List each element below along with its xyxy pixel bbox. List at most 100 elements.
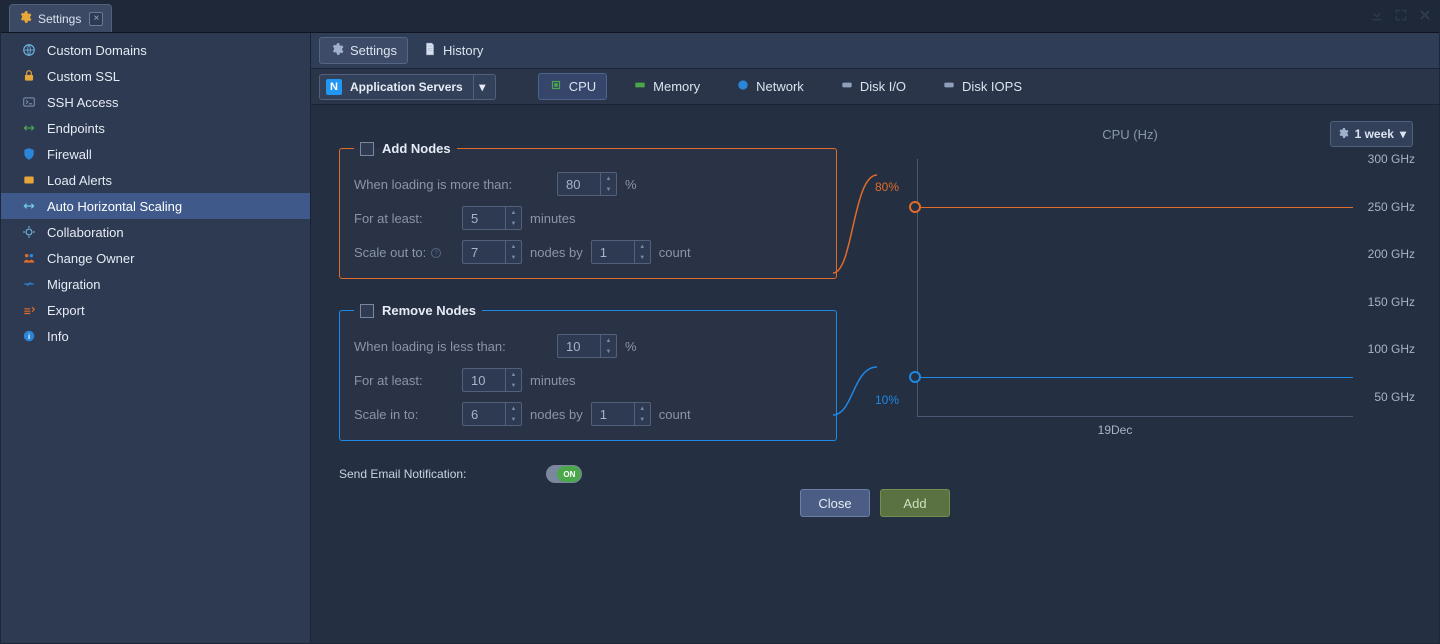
metric-label: Disk IOPS xyxy=(962,79,1022,94)
spinner-arrows[interactable]: ▲▼ xyxy=(634,403,650,425)
sidebar-label: Load Alerts xyxy=(47,173,112,188)
add-duration-spinner[interactable]: 5 ▲▼ xyxy=(462,206,522,230)
users-icon xyxy=(21,250,37,266)
notification-toggle[interactable]: ON xyxy=(546,465,582,483)
lock-icon xyxy=(21,68,37,84)
server-dropdown-label: Application Servers xyxy=(350,80,463,94)
metric-tab-memory[interactable]: Memory xyxy=(623,74,710,99)
scale-out-label: Scale out to: ? xyxy=(354,245,454,260)
sidebar-label: Custom SSL xyxy=(47,69,120,84)
add-nodes-checkbox[interactable] xyxy=(360,142,374,156)
ytick: 50 GHz xyxy=(1374,390,1415,404)
minutes-label: minutes xyxy=(530,211,576,226)
percent-label: % xyxy=(625,339,637,354)
metric-tab-cpu[interactable]: CPU xyxy=(538,73,607,100)
sidebar-item-custom-domains[interactable]: Custom Domains xyxy=(1,37,310,63)
spinner-value: 6 xyxy=(471,407,478,422)
notification-row: Send Email Notification: ON xyxy=(339,465,837,483)
metric-tab-diskio[interactable]: Disk I/O xyxy=(830,74,916,99)
server-dropdown[interactable]: N Application Servers ▾ xyxy=(319,74,496,100)
metric-label: Network xyxy=(756,79,804,94)
scale-out-step-spinner[interactable]: 1 ▲▼ xyxy=(591,240,651,264)
settings-window: Settings × Custom Domains Custom SSL SSH… xyxy=(0,0,1440,644)
scale-in-step-spinner[interactable]: 1 ▲▼ xyxy=(591,402,651,426)
spinner-value: 1 xyxy=(600,245,607,260)
sidebar-item-migration[interactable]: Migration xyxy=(1,271,310,297)
spinner-value: 80 xyxy=(566,177,580,192)
sidebar-item-info[interactable]: i Info xyxy=(1,323,310,349)
spinner-arrows[interactable]: ▲▼ xyxy=(505,403,521,425)
remove-load-label: When loading is less than: xyxy=(354,339,549,354)
metric-toolbar: N Application Servers ▾ CPU Memory Netwo… xyxy=(311,69,1439,105)
threshold-handle-high[interactable] xyxy=(909,201,921,213)
content-area: Add Nodes When loading is more than: 80 … xyxy=(311,105,1439,643)
sidebar-item-export[interactable]: Export xyxy=(1,297,310,323)
shield-icon xyxy=(21,146,37,162)
spinner-arrows[interactable]: ▲▼ xyxy=(634,241,650,263)
close-button[interactable]: Close xyxy=(800,489,870,517)
maximize-icon[interactable] xyxy=(1393,7,1409,26)
info-icon: i xyxy=(21,328,37,344)
export-icon xyxy=(21,302,37,318)
add-duration-label: For at least: xyxy=(354,211,454,226)
xtick: 19Dec xyxy=(1098,423,1133,437)
metric-label: Memory xyxy=(653,79,700,94)
sidebar-item-custom-ssl[interactable]: Custom SSL xyxy=(1,63,310,89)
threshold-handle-low[interactable] xyxy=(909,371,921,383)
scale-out-spinner[interactable]: 7 ▲▼ xyxy=(462,240,522,264)
ytick: 250 GHz xyxy=(1368,200,1415,214)
gear-icon xyxy=(1337,127,1349,142)
metric-tab-network[interactable]: Network xyxy=(726,74,814,99)
top-toolbar: Settings History xyxy=(311,33,1439,69)
time-range-dropdown[interactable]: 1 week ▾ xyxy=(1330,121,1413,147)
download-icon[interactable] xyxy=(1369,7,1385,26)
scale-in-spinner[interactable]: 6 ▲▼ xyxy=(462,402,522,426)
sidebar-item-endpoints[interactable]: Endpoints xyxy=(1,115,310,141)
help-icon[interactable]: ? xyxy=(430,247,442,259)
remove-duration-spinner[interactable]: 10 ▲▼ xyxy=(462,368,522,392)
titlebar: Settings × xyxy=(1,1,1439,33)
sidebar-item-load-alerts[interactable]: Load Alerts xyxy=(1,167,310,193)
spinner-arrows[interactable]: ▲▼ xyxy=(600,335,616,357)
nodes-by-label: nodes by xyxy=(530,407,583,422)
tab-close-icon[interactable]: × xyxy=(89,12,103,26)
spinner-value: 5 xyxy=(471,211,478,226)
sidebar-item-auto-horizontal-scaling[interactable]: Auto Horizontal Scaling xyxy=(1,193,310,219)
add-button[interactable]: Add xyxy=(880,489,950,517)
network-icon xyxy=(736,78,750,95)
add-load-spinner[interactable]: 80 ▲▼ xyxy=(557,172,617,196)
svg-text:?: ? xyxy=(434,251,438,257)
spinner-arrows[interactable]: ▲▼ xyxy=(505,241,521,263)
collab-icon xyxy=(21,224,37,240)
tab-label: Settings xyxy=(350,43,397,58)
scaling-form: Add Nodes When loading is more than: 80 … xyxy=(327,121,837,627)
add-nodes-legend: Add Nodes xyxy=(354,141,457,156)
chevron-down-icon: ▾ xyxy=(1400,127,1406,141)
titlebar-tab-settings[interactable]: Settings × xyxy=(9,4,112,32)
threshold-label-high: 80% xyxy=(875,180,899,194)
tab-settings[interactable]: Settings xyxy=(319,37,408,64)
ytick: 150 GHz xyxy=(1368,295,1415,309)
sidebar-item-firewall[interactable]: Firewall xyxy=(1,141,310,167)
spinner-value: 10 xyxy=(566,339,580,354)
memory-icon xyxy=(633,78,647,95)
metric-tab-diskiops[interactable]: Disk IOPS xyxy=(932,74,1032,99)
remove-load-spinner[interactable]: 10 ▲▼ xyxy=(557,334,617,358)
spinner-arrows[interactable]: ▲▼ xyxy=(505,207,521,229)
sidebar-item-collaboration[interactable]: Collaboration xyxy=(1,219,310,245)
sidebar-item-ssh-access[interactable]: SSH Access xyxy=(1,89,310,115)
remove-nodes-checkbox[interactable] xyxy=(360,304,374,318)
metric-label: Disk I/O xyxy=(860,79,906,94)
percent-label: % xyxy=(625,177,637,192)
sidebar: Custom Domains Custom SSL SSH Access End… xyxy=(1,33,311,643)
tab-history[interactable]: History xyxy=(412,37,494,64)
spinner-arrows[interactable]: ▲▼ xyxy=(600,173,616,195)
spinner-arrows[interactable]: ▲▼ xyxy=(505,369,521,391)
sidebar-item-change-owner[interactable]: Change Owner xyxy=(1,245,310,271)
close-icon[interactable] xyxy=(1417,7,1433,26)
sidebar-label: Migration xyxy=(47,277,100,292)
sidebar-label: Info xyxy=(47,329,69,344)
svg-text:i: i xyxy=(28,332,30,341)
disk-icon xyxy=(840,78,854,95)
spinner-value: 1 xyxy=(600,407,607,422)
